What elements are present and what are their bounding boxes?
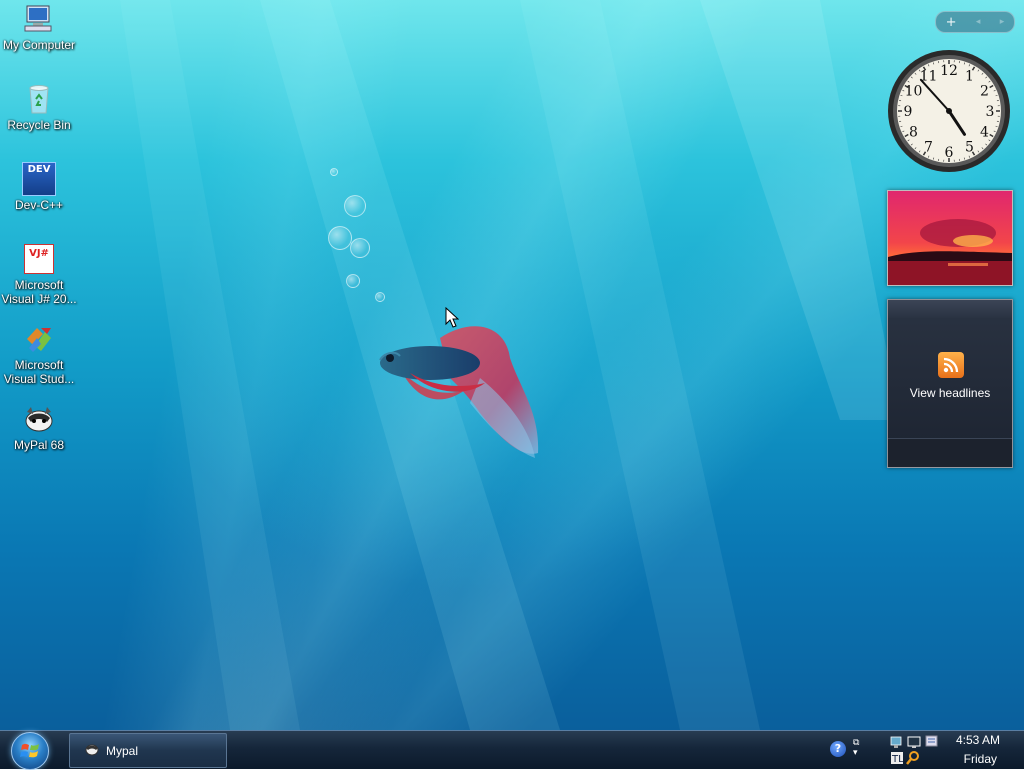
rss-feed-icon <box>938 352 964 378</box>
dev-badge-text: DEV <box>28 164 51 175</box>
start-button[interactable] <box>11 732 49 770</box>
desktop-icon-visual-jsharp[interactable]: VJ# Microsoft Visual J# 20... <box>0 242 78 306</box>
language-icon[interactable]: TL <box>891 752 904 765</box>
visual-studio-icon <box>22 322 56 356</box>
taskbar: Mypal ? ⧉▾ <box>0 730 1024 769</box>
desktop-icon-recycle-bin[interactable]: Recycle Bin <box>0 82 78 132</box>
search-icon[interactable] <box>907 752 918 764</box>
clock-numeral: 2 <box>980 84 989 100</box>
desktop-icon-label: My Computer <box>0 38 78 52</box>
svg-text:TL: TL <box>891 754 904 765</box>
desktop-icon-label: Microsoft Visual J# 20... <box>0 278 78 306</box>
betta-fish-image <box>370 318 570 478</box>
clock-gadget[interactable]: 121234567891011 <box>886 48 1012 174</box>
clock-numeral: 10 <box>905 84 923 100</box>
desktop-icon-label: Dev-C++ <box>0 198 78 212</box>
desktop-icon-label: Recycle Bin <box>0 118 78 132</box>
desktop-icon-label: Microsoft Visual Stud... <box>0 358 78 386</box>
view-headlines-link[interactable]: View headlines <box>888 386 1012 400</box>
bubble <box>346 274 360 288</box>
sidebar-prev-button[interactable]: ◂ <box>976 17 981 27</box>
desktop-icon-label: MyPal 68 <box>0 438 78 452</box>
bubble <box>375 292 385 302</box>
mouse-cursor-icon <box>445 307 459 329</box>
desktop[interactable]: My Computer Recycle Bin DEV Dev-C++ VJ# … <box>0 0 1024 730</box>
bubble <box>328 226 352 250</box>
mypal-icon <box>84 742 100 759</box>
slideshow-gadget[interactable] <box>887 190 1013 286</box>
sidebar-next-button[interactable]: ▸ <box>1000 17 1005 27</box>
clock-numeral: 4 <box>980 125 989 141</box>
tray-clock-time[interactable]: 4:53 AM <box>956 733 1000 747</box>
notes-icon[interactable] <box>926 736 937 746</box>
add-gadget-button[interactable]: + <box>946 15 957 30</box>
sidebar-controls: + ◂ ▸ <box>935 11 1015 33</box>
network-icon[interactable] <box>891 737 901 748</box>
bubble <box>350 238 370 258</box>
visual-jsharp-icon: VJ# <box>22 242 56 276</box>
tray-icons: TL <box>890 734 942 766</box>
taskbar-button-mypal[interactable]: Mypal <box>69 733 227 768</box>
desktop-icon-dev-cpp[interactable]: DEV Dev-C++ <box>0 162 78 212</box>
clock-numeral: 9 <box>904 104 913 120</box>
computer-icon <box>22 2 56 36</box>
desktop-icon-my-computer[interactable]: My Computer <box>0 2 78 52</box>
dev-cpp-icon: DEV <box>22 162 56 196</box>
bubble <box>344 195 366 217</box>
sunset-image <box>888 191 1012 285</box>
help-icon[interactable]: ? <box>830 741 846 757</box>
feed-headlines-gadget[interactable]: View headlines <box>887 299 1013 468</box>
taskbar-button-label: Mypal <box>106 744 138 758</box>
clock-numeral: 12 <box>940 63 958 79</box>
restore-glyph: ⧉ <box>853 738 859 748</box>
bubble <box>330 168 338 176</box>
mypal-icon <box>22 402 56 436</box>
recycle-bin-icon <box>22 82 56 116</box>
clock-numeral: 8 <box>909 125 918 141</box>
system-tray: ? ⧉▾ TL <box>824 731 1024 769</box>
windows-logo-icon <box>20 741 40 761</box>
desktop-icon-mypal[interactable]: MyPal 68 <box>0 402 78 452</box>
clock-numeral: 3 <box>986 104 995 120</box>
clock-numeral: 1 <box>965 68 974 84</box>
feed-gadget-header <box>888 300 1012 318</box>
feed-gadget-footer <box>888 438 1012 467</box>
vj-badge-text: VJ# <box>29 248 49 259</box>
display-icon[interactable] <box>908 737 920 748</box>
restore-window-icon[interactable]: ⧉▾ <box>853 738 859 758</box>
tray-clock-day: Friday <box>964 752 997 766</box>
desktop-icon-visual-studio[interactable]: Microsoft Visual Stud... <box>0 322 78 386</box>
